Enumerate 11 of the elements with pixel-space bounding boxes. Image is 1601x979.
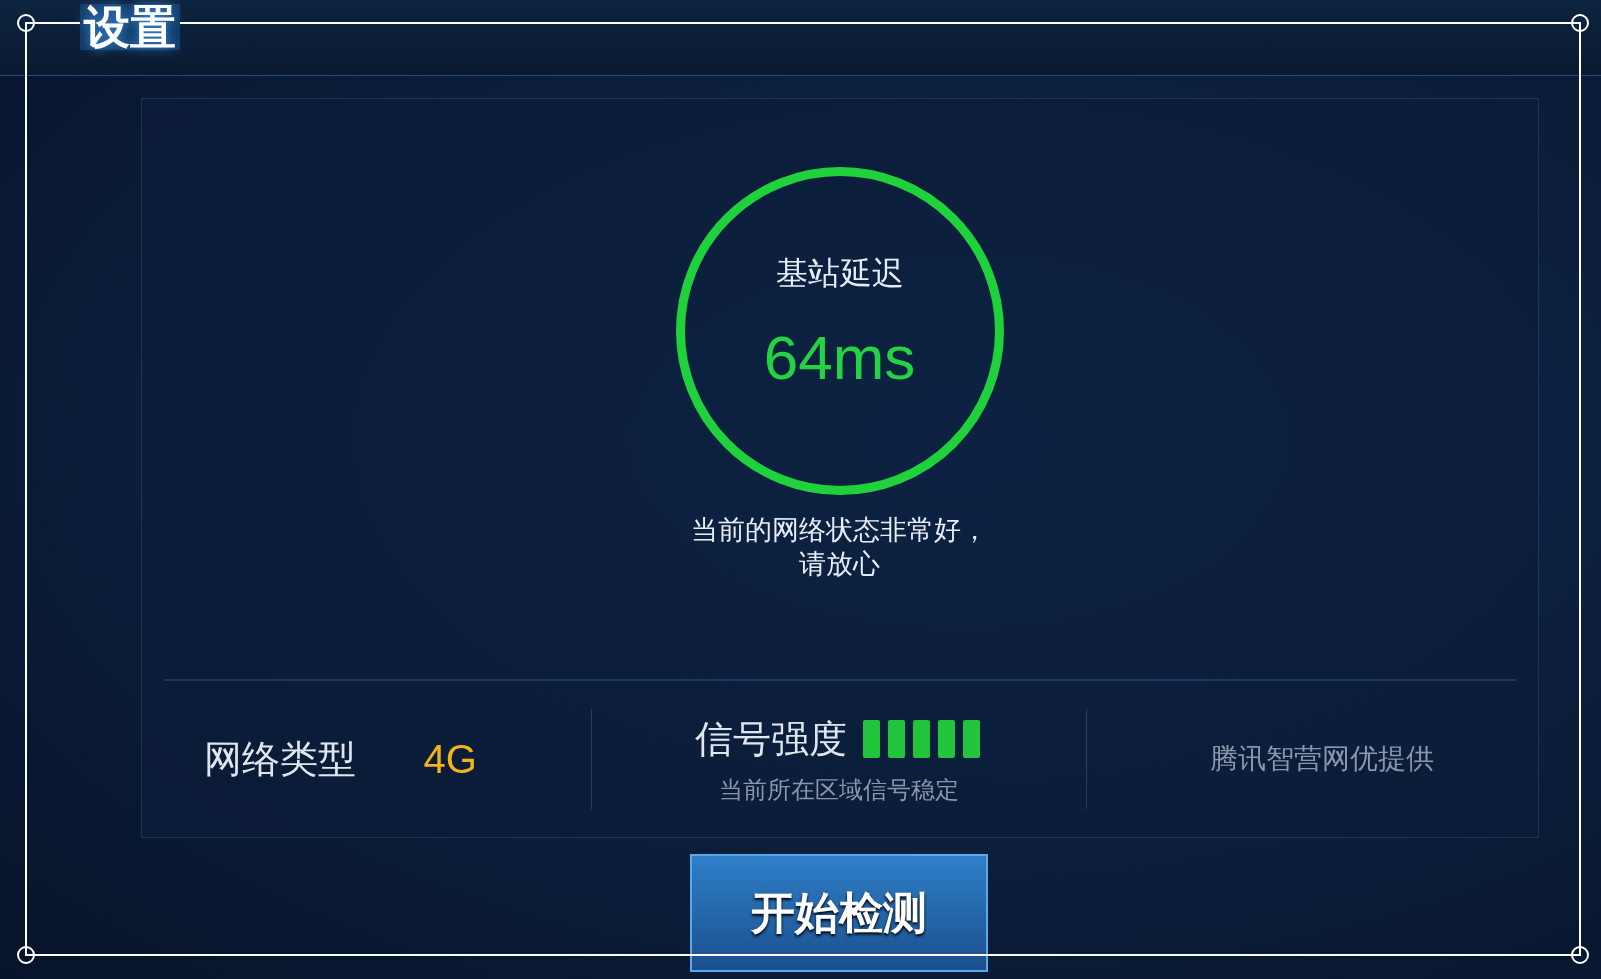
signal-note: 当前所在区域信号稳定 <box>718 774 959 806</box>
status-message: 请放心 <box>799 547 880 581</box>
provider-text: 腾讯智营网优提供 <box>1210 741 1434 777</box>
network-type-value: 4G <box>423 736 477 783</box>
signal-label: 信号强度 <box>694 715 847 763</box>
start-test-button[interactable]: 开始检测 <box>689 854 988 972</box>
status-message: 当前的网络状态非常好， <box>691 513 988 547</box>
latency-value: 64ms <box>763 321 916 394</box>
latency-label: 基站延迟 <box>775 252 904 294</box>
signal-bars-icon <box>862 720 983 758</box>
network-type-label: 网络类型 <box>203 735 356 783</box>
